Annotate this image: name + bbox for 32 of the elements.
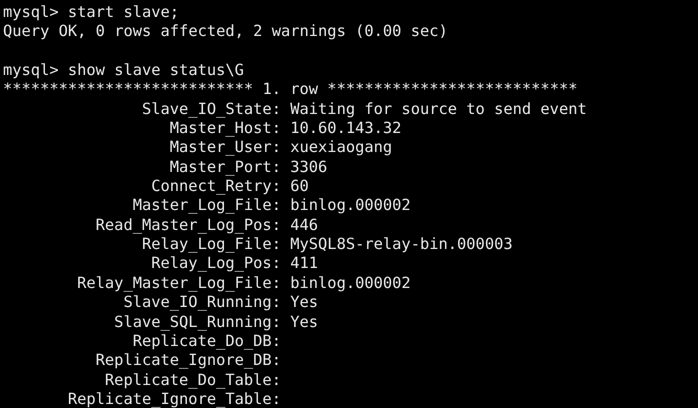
field-name: Master_Log_File: bbox=[132, 196, 281, 216]
field-name: Master_Host: bbox=[168, 119, 281, 138]
field-value: Yes bbox=[290, 293, 318, 312]
field-value: xuexiaogang bbox=[290, 138, 392, 158]
field-value: 60 bbox=[290, 177, 309, 196]
terminal-line: mysql> show slave status\G bbox=[3, 61, 244, 80]
field-value: 10.60.143.32 bbox=[290, 119, 402, 138]
field-name: Slave_IO_State: bbox=[140, 100, 281, 120]
field-value: Yes bbox=[290, 312, 318, 332]
field-name: Replicate_Ignore_DB: bbox=[94, 351, 281, 371]
field-name: Relay_Master_Log_File: bbox=[76, 274, 281, 294]
terminal-line: *************************** 1. row *************************** bbox=[3, 80, 578, 100]
field-name: Replicate_Do_DB: bbox=[132, 332, 281, 352]
field-name: Master_User: bbox=[168, 138, 281, 158]
terminal-line: mysql> start slave; bbox=[3, 3, 180, 22]
terminal-line: Query OK, 0 rows affected, 2 warnings (0.00 sec) bbox=[3, 22, 448, 42]
field-name: Relay_Log_File: bbox=[140, 235, 281, 254]
field-name: Replicate_Ignore_Table: bbox=[66, 390, 281, 408]
field-name: Replicate_Do_Table: bbox=[104, 370, 281, 390]
field-name: Relay_Log_Pos: bbox=[150, 254, 281, 274]
field-value: 446 bbox=[290, 216, 318, 236]
field-name: Read_Master_Log_Pos: bbox=[94, 216, 281, 236]
field-name: Slave_SQL_Running: bbox=[113, 312, 281, 332]
field-value: MySQL8S-relay-bin.000003 bbox=[290, 235, 513, 254]
field-value: 3306 bbox=[290, 158, 328, 178]
field-name: Master_Port: bbox=[168, 158, 281, 178]
field-value: binlog.000002 bbox=[290, 196, 411, 216]
field-value: Waiting for source to send event bbox=[290, 100, 587, 120]
field-value: 411 bbox=[290, 254, 318, 274]
field-name: Connect_Retry: bbox=[150, 177, 281, 196]
field-name: Slave_IO_Running: bbox=[122, 293, 281, 312]
field-value: binlog.000002 bbox=[290, 274, 411, 294]
